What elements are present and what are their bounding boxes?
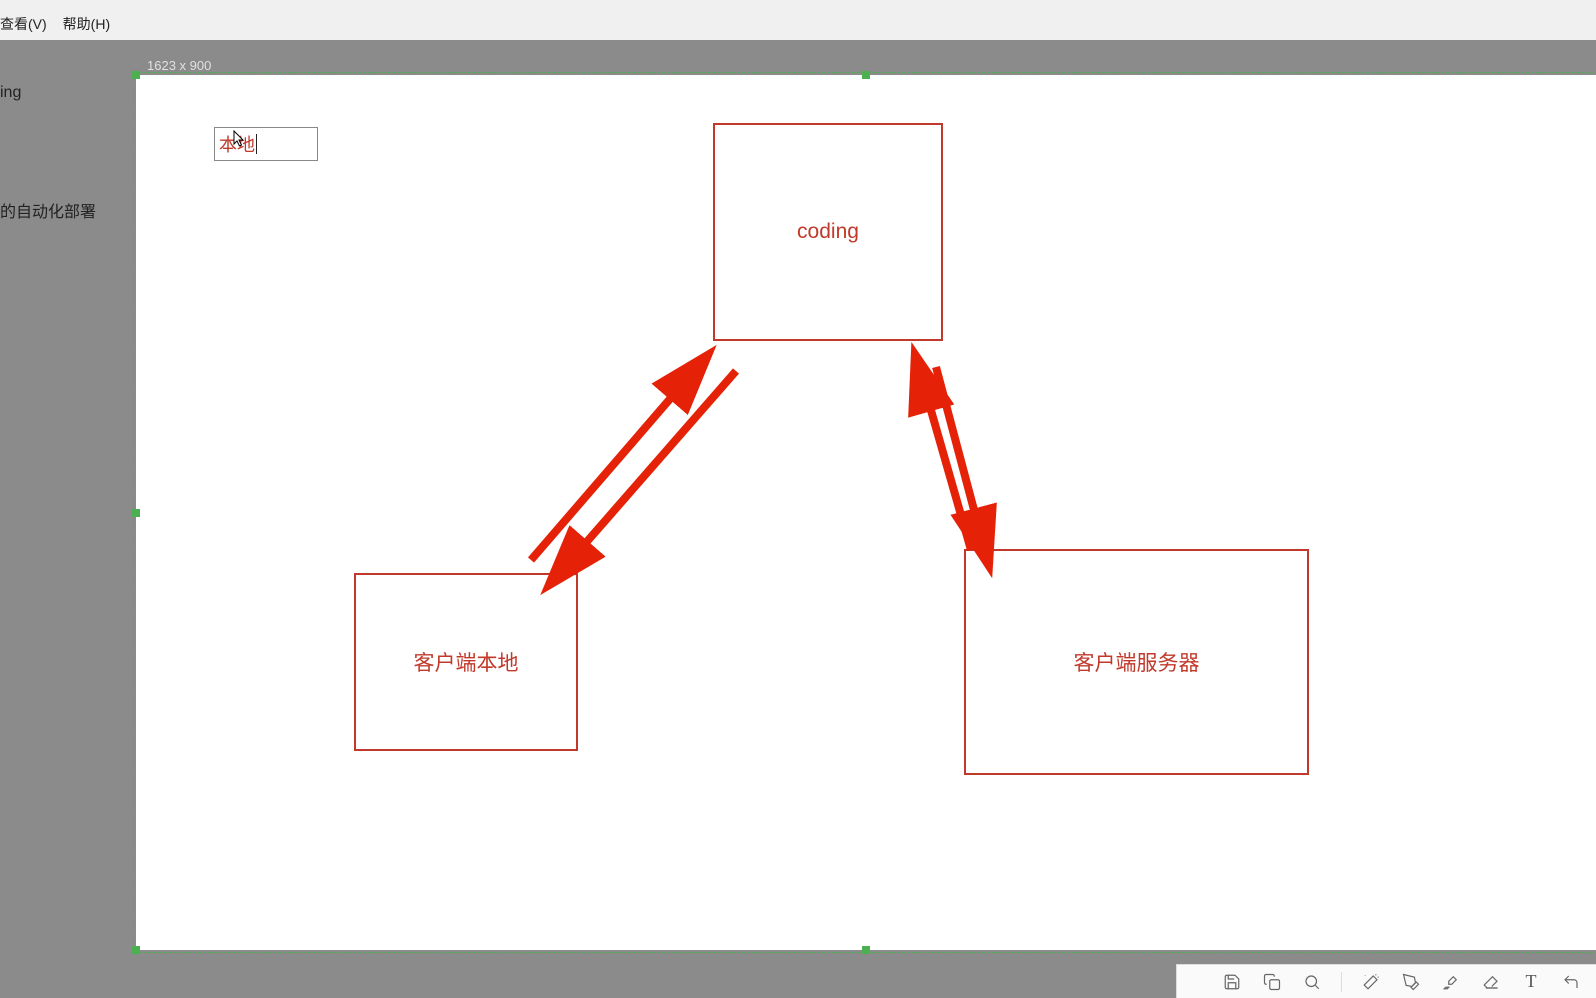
resize-handle-tc[interactable] [862,71,870,79]
mouse-cursor-icon [233,130,247,148]
diagram-box-coding[interactable]: coding [713,123,943,341]
magic-wand-icon[interactable] [1360,971,1382,993]
diagram-box-coding-label: coding [797,220,859,244]
canvas-dimensions: 1623 x 900 [147,58,211,73]
canvas[interactable]: 本地 coding 客户端本地 客户端服务器 [136,75,1596,950]
menu-bar: 查看(V) 帮助(H) [0,0,1596,40]
sidebar-item-deploy: 的自动化部署 [0,198,96,222]
save-icon[interactable] [1221,971,1243,993]
eraser-icon[interactable] [1480,971,1502,993]
text-tool-icon[interactable]: T [1520,971,1542,993]
sidebar-title: ing [0,84,21,102]
highlighter-icon[interactable] [1440,971,1462,993]
search-icon[interactable] [1301,971,1323,993]
text-edit-input[interactable]: 本地 [214,127,318,161]
undo-icon[interactable] [1560,971,1582,993]
text-caret [256,134,257,154]
copy-icon[interactable] [1261,971,1283,993]
resize-handle-ml[interactable] [132,509,140,517]
resize-handle-bc[interactable] [862,946,870,954]
menu-help[interactable]: 帮助(H) [63,14,110,34]
menu-view[interactable]: 查看(V) [0,14,47,34]
resize-handle-tl[interactable] [132,71,140,79]
toolbar-separator [1341,972,1342,992]
bottom-toolbar: T [1176,964,1596,998]
menu-help-label: 帮助(H) [63,16,110,32]
resize-handle-bl[interactable] [132,946,140,954]
diagram-box-client-local-label: 客户端本地 [414,647,519,677]
text-tool-label: T [1526,971,1537,992]
pen-icon[interactable] [1400,971,1422,993]
menu-view-label: 查看(V) [0,16,47,32]
diagram-box-client-server[interactable]: 客户端服务器 [964,549,1309,775]
diagram-box-client-local[interactable]: 客户端本地 [354,573,578,751]
diagram-box-client-server-label: 客户端服务器 [1074,647,1200,677]
